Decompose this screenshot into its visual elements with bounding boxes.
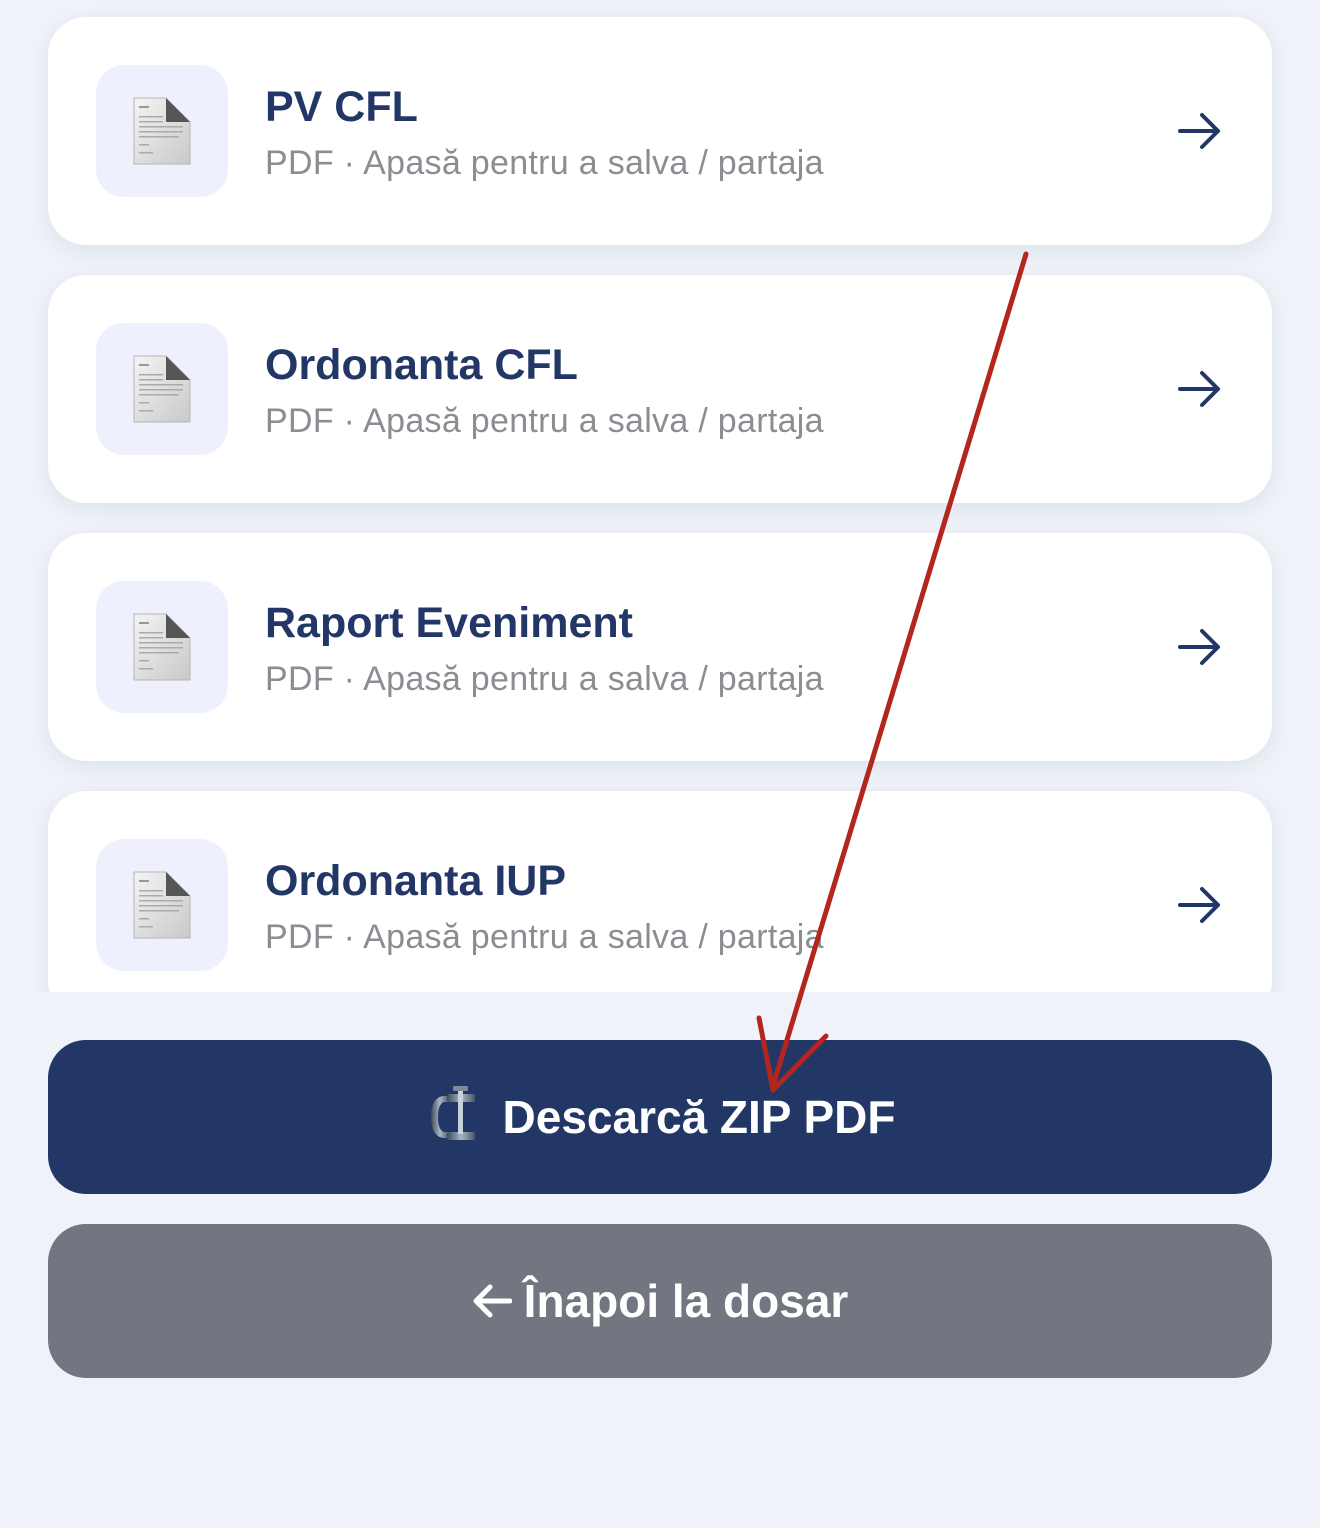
- document-icon: [96, 65, 228, 197]
- back-to-folder-label: Înapoi la dosar: [523, 1275, 849, 1327]
- document-card-ordonanta-iup[interactable]: Ordonanta IUP PDF · Apasă pentru a salva…: [48, 791, 1272, 992]
- arrow-right-icon: [1178, 113, 1220, 149]
- arrow-right-icon: [1178, 887, 1220, 923]
- document-icon: [96, 839, 228, 971]
- download-zip-button[interactable]: Descarcă ZIP PDF: [48, 1040, 1272, 1194]
- arrow-left-icon: [473, 1284, 512, 1318]
- document-title: Ordonanta IUP: [265, 857, 567, 905]
- document-subtitle: PDF · Apasă pentru a salva / partaja: [265, 402, 824, 440]
- clamp-icon: [430, 1086, 475, 1140]
- document-card-ordonanta-cfl[interactable]: Ordonanta CFL PDF · Apasă pentru a salva…: [48, 275, 1272, 503]
- download-zip-label: Descarcă ZIP PDF: [502, 1091, 896, 1143]
- document-title: Ordonanta CFL: [265, 341, 578, 389]
- document-title: PV CFL: [265, 83, 418, 131]
- back-to-folder-button[interactable]: Înapoi la dosar: [48, 1224, 1272, 1378]
- document-subtitle: PDF · Apasă pentru a salva / partaja: [265, 144, 824, 182]
- document-subtitle: PDF · Apasă pentru a salva / partaja: [265, 660, 824, 698]
- document-icon: [96, 581, 228, 713]
- document-subtitle: PDF · Apasă pentru a salva / partaja: [265, 918, 824, 956]
- document-icon: [96, 323, 228, 455]
- arrow-right-icon: [1178, 629, 1220, 665]
- arrow-right-icon: [1178, 371, 1220, 407]
- document-title: Raport Eveniment: [265, 599, 633, 647]
- document-list: PV CFL PDF · Apasă pentru a salva / part…: [0, 0, 1320, 992]
- document-card-pv-cfl[interactable]: PV CFL PDF · Apasă pentru a salva / part…: [48, 17, 1272, 245]
- document-card-raport-eveniment[interactable]: Raport Eveniment PDF · Apasă pentru a sa…: [48, 533, 1272, 761]
